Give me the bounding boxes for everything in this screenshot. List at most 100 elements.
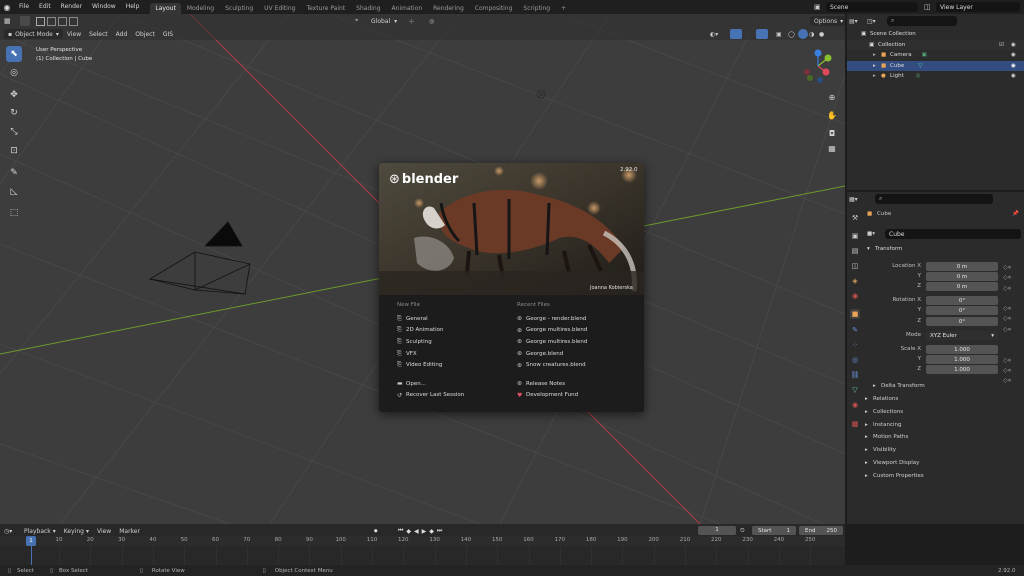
add-workspace-button[interactable]: + (556, 3, 571, 14)
eye-icon[interactable]: ◉ (1011, 42, 1016, 48)
data-tab-icon[interactable]: ▽ (850, 385, 860, 395)
view-layer-icon[interactable]: ◫ (924, 3, 936, 11)
recent-file-link[interactable]: ⊛ George multires.blend (517, 336, 587, 348)
visibility-icon[interactable]: ◐▾ (710, 31, 724, 38)
scale-tool-button[interactable]: ⤡ (6, 124, 22, 140)
cursor-tool-button[interactable]: ◎ (6, 65, 22, 81)
camera-object[interactable] (148, 221, 251, 295)
tab-texture-paint[interactable]: Texture Paint (301, 3, 350, 14)
motion-paths-panel[interactable]: ▸ Motion Paths (865, 431, 908, 443)
snap-icon[interactable]: ⊹ (409, 18, 421, 25)
render-tab-icon[interactable]: ▣ (850, 231, 860, 241)
tab-compositing[interactable]: Compositing (470, 3, 518, 14)
options-dropdown[interactable]: Options ▾ (810, 16, 845, 26)
menu-window[interactable]: Window (87, 0, 121, 14)
view-layer-selector[interactable]: View Layer (936, 2, 1020, 12)
eye-icon[interactable]: ◉ (1011, 73, 1016, 79)
outliner-row-collection[interactable]: ▣ Collection ☑ ◉ (847, 39, 1024, 50)
texture-tab-icon[interactable]: ▩ (850, 419, 860, 429)
select-extend-icon[interactable] (47, 16, 56, 26)
menu-select[interactable]: Select (85, 29, 112, 39)
custom-properties-panel[interactable]: ▸ Custom Properties (865, 470, 924, 482)
recent-file-link[interactable]: ⊛ George - render.blend (517, 313, 587, 325)
object-name-field[interactable]: Cube (885, 229, 1021, 239)
end-frame-field[interactable]: End 250 (799, 526, 843, 535)
rotation-mode-dropdown[interactable]: XYZ Euler ▾ (926, 331, 998, 340)
menu-edit[interactable]: Edit (34, 0, 56, 14)
navigation-gizmo[interactable] (800, 48, 836, 84)
display-mode-icon[interactable]: ◳▾ (867, 18, 881, 25)
annotate-tool-button[interactable]: ✎ (6, 165, 22, 181)
light-object[interactable] (536, 89, 546, 99)
open-link[interactable]: ▬ Open... (397, 378, 464, 390)
xray-icon[interactable]: ▣ (776, 31, 786, 38)
menu-view[interactable]: View (63, 29, 85, 39)
recover-session-link[interactable]: ↺ Recover Last Session (397, 390, 464, 402)
timeline-view-menu[interactable]: View (93, 526, 115, 536)
scale-x-field[interactable]: 1.000 (926, 345, 998, 354)
release-notes-link[interactable]: ⊛ Release Notes (517, 378, 587, 390)
pin-icon[interactable]: 📌 (1012, 211, 1019, 217)
record-icon[interactable]: ⏺ (374, 527, 378, 536)
shading-solid-icon[interactable] (798, 29, 808, 39)
recent-file-link[interactable]: ⊛ George multires.blend (517, 325, 587, 337)
tab-shading[interactable]: Shading (351, 3, 385, 14)
tab-rendering[interactable]: Rendering (428, 3, 469, 14)
current-frame-field[interactable]: 1 (698, 526, 736, 535)
transform-tool-button[interactable]: ⊡ (6, 143, 22, 159)
gizmo-neg-z-handle[interactable] (817, 77, 823, 83)
rotation-x-field[interactable]: 0° (926, 296, 998, 305)
lock-icons[interactable]: ◇⋄ ◇⋄ ◇⋄ ◇⋄ ◇⋄ ◇⋄ ◇⋄ ◇⋄ ◇⋄ (1003, 263, 1011, 387)
expand-icon[interactable]: ▸ (873, 52, 881, 58)
play-icon[interactable]: ▶ (422, 528, 427, 535)
properties-search-input[interactable]: ⌕ (875, 194, 993, 204)
jump-end-icon[interactable]: ⏭ (437, 527, 442, 535)
menu-file[interactable]: File (14, 0, 34, 14)
new-general-link[interactable]: ⎘ General (397, 313, 464, 325)
select-box-icon[interactable] (36, 16, 45, 26)
tab-layout[interactable]: Layout (150, 3, 181, 14)
menu-gis[interactable]: GIS (159, 29, 177, 39)
play-reverse-icon[interactable]: ◀ (414, 528, 419, 535)
rotate-tool-button[interactable]: ↻ (6, 105, 22, 121)
recent-file-link[interactable]: ⊛ Snow creatures.blend (517, 359, 587, 371)
new-sculpting-link[interactable]: ⎘ Sculpting (397, 336, 464, 348)
prev-keyframe-icon[interactable]: ◆ (406, 528, 411, 535)
zoom-button[interactable]: ⊕ (826, 91, 838, 103)
expand-icon[interactable]: ▸ (873, 63, 881, 69)
playback-menu[interactable]: Playback ▾ (20, 526, 60, 536)
object-browse-icon[interactable]: ■▾ (867, 231, 881, 237)
collections-panel[interactable]: ▸ Collections (865, 406, 903, 418)
editor-type-icon[interactable]: ▤▾ (849, 18, 861, 25)
shading-rendered-icon[interactable]: ● (819, 31, 829, 38)
checkbox-icon[interactable]: ☑ (999, 42, 1004, 48)
gizmo-neg-y-handle[interactable] (807, 75, 813, 81)
rotation-z-field[interactable]: 0° (926, 317, 998, 326)
menu-help[interactable]: Help (121, 0, 145, 14)
mode-dropdown[interactable]: ▪ Object Mode ▾ (4, 29, 63, 39)
add-cube-tool-button[interactable]: ⬚ (6, 205, 22, 221)
jump-start-icon[interactable]: ⏮ (398, 527, 403, 535)
location-x-field[interactable]: 0 m (926, 262, 998, 271)
marker-menu[interactable]: Marker (115, 526, 144, 536)
new-vfx-link[interactable]: ⎘ VFX (397, 348, 464, 360)
editor-type-icon[interactable]: ▦▾ (849, 196, 863, 203)
relations-panel[interactable]: ▸ Relations (865, 393, 898, 405)
tab-uv-editing[interactable]: UV Editing (259, 3, 300, 14)
recent-file-link[interactable]: ⊛ George.blend (517, 348, 587, 360)
rotation-y-field[interactable]: 0° (926, 306, 998, 315)
instancing-panel[interactable]: ▸ Instancing (865, 419, 902, 431)
gizmo-x-handle[interactable] (822, 68, 830, 76)
outliner-row-scene-collection[interactable]: ▣ Scene Collection (847, 29, 1024, 40)
tab-sculpting[interactable]: Sculpting (220, 3, 258, 14)
menu-add[interactable]: Add (112, 29, 132, 39)
gizmo-y-handle[interactable] (824, 54, 832, 62)
select-mode-icon[interactable] (20, 16, 30, 26)
tab-modeling[interactable]: Modeling (182, 3, 219, 14)
tool-tab-icon[interactable]: ⚒ (850, 213, 860, 223)
scale-y-field[interactable]: 1.000 (926, 355, 998, 364)
keying-menu[interactable]: Keying ▾ (60, 526, 93, 536)
gizmo-z-handle[interactable] (814, 49, 822, 57)
next-keyframe-icon[interactable]: ◆ (429, 528, 434, 535)
menu-object[interactable]: Object (131, 29, 159, 39)
